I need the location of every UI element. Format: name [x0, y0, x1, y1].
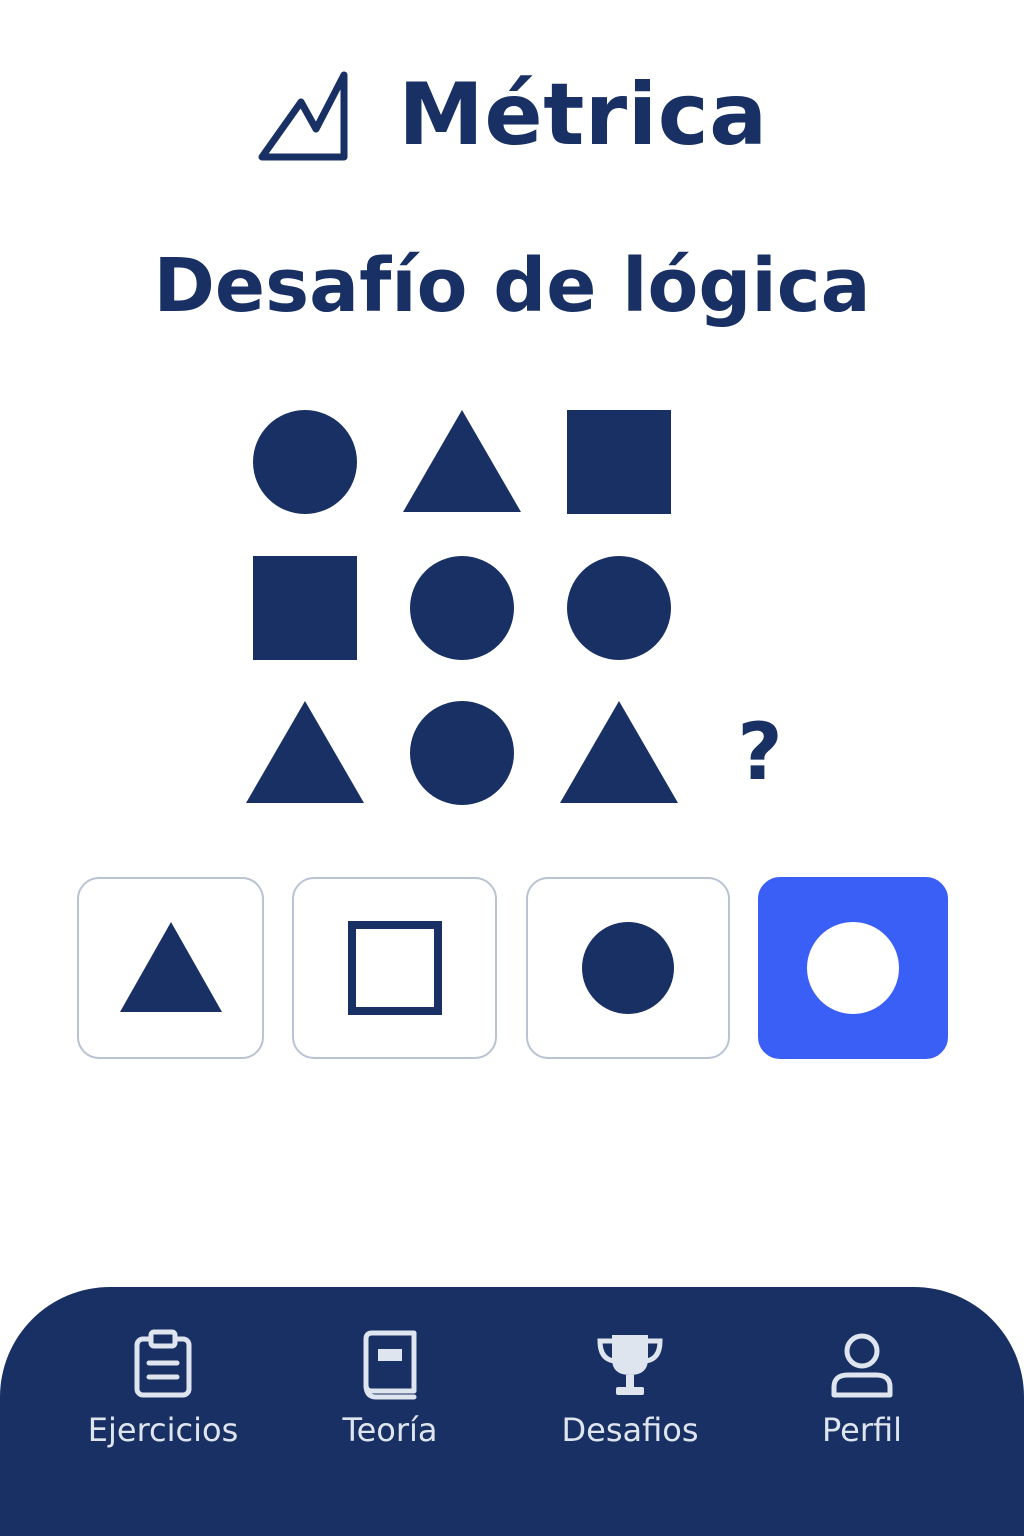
- grid-cell-r3c3: [559, 693, 679, 813]
- circle-shape: [410, 556, 514, 660]
- trophy-icon: [597, 1335, 663, 1395]
- clipboard-icon: [134, 1329, 192, 1398]
- circle-shape: [253, 410, 357, 514]
- grid-cell-r3c2: [402, 693, 522, 813]
- unknown-marker: ?: [737, 708, 783, 798]
- answer-option-ring-selected[interactable]: [758, 877, 948, 1059]
- grid-cell-r2c1: [245, 548, 365, 668]
- bottom-nav: Ejercicios Teoría Desafios Perfil: [0, 1287, 1024, 1536]
- chart-line-icon: [258, 71, 348, 161]
- grid-cell-r3c1: [245, 693, 365, 813]
- square-shape: [253, 556, 357, 660]
- book-icon: [363, 1330, 417, 1400]
- grid-cell-r1c2: [402, 402, 522, 522]
- square-shape: [567, 410, 671, 514]
- grid-cell-r2c3: [559, 548, 679, 668]
- answer-option-circle[interactable]: [526, 877, 730, 1059]
- nav-item-perfil[interactable]: Perfil: [762, 1329, 962, 1469]
- nav-label-perfil: Perfil: [821, 1411, 903, 1449]
- app-name: Métrica: [398, 65, 768, 165]
- grid-cell-r1c1: [245, 402, 365, 522]
- grid-cell-r1c3: [559, 402, 679, 522]
- triangle-icon: [119, 922, 222, 1012]
- triangle-shape: [403, 410, 521, 512]
- app-screen: Métrica Desafío de lógica ? Ejercicios T…: [0, 0, 1024, 1536]
- circle-icon: [582, 922, 674, 1014]
- grid-cell-r2c2: [402, 548, 522, 668]
- square-outline-icon: [347, 921, 442, 1015]
- answer-option-triangle[interactable]: [77, 877, 264, 1059]
- circle-shape: [410, 701, 514, 805]
- user-icon: [831, 1333, 893, 1398]
- nav-item-desafios[interactable]: Desafios: [530, 1329, 730, 1469]
- answer-option-square[interactable]: [292, 877, 497, 1059]
- triangle-shape: [246, 701, 364, 803]
- triangle-shape: [560, 701, 678, 803]
- ring-icon: [807, 922, 899, 1014]
- nav-item-ejercicios[interactable]: Ejercicios: [63, 1329, 263, 1469]
- nav-label-desafios: Desafios: [561, 1411, 699, 1449]
- nav-item-teoria[interactable]: Teoría: [290, 1329, 490, 1469]
- nav-label-ejercicios: Ejercicios: [87, 1411, 239, 1449]
- app-header: Métrica: [0, 60, 1024, 170]
- page-title: Desafío de lógica: [153, 243, 871, 329]
- nav-label-teoria: Teoría: [342, 1411, 438, 1449]
- circle-shape: [567, 556, 671, 660]
